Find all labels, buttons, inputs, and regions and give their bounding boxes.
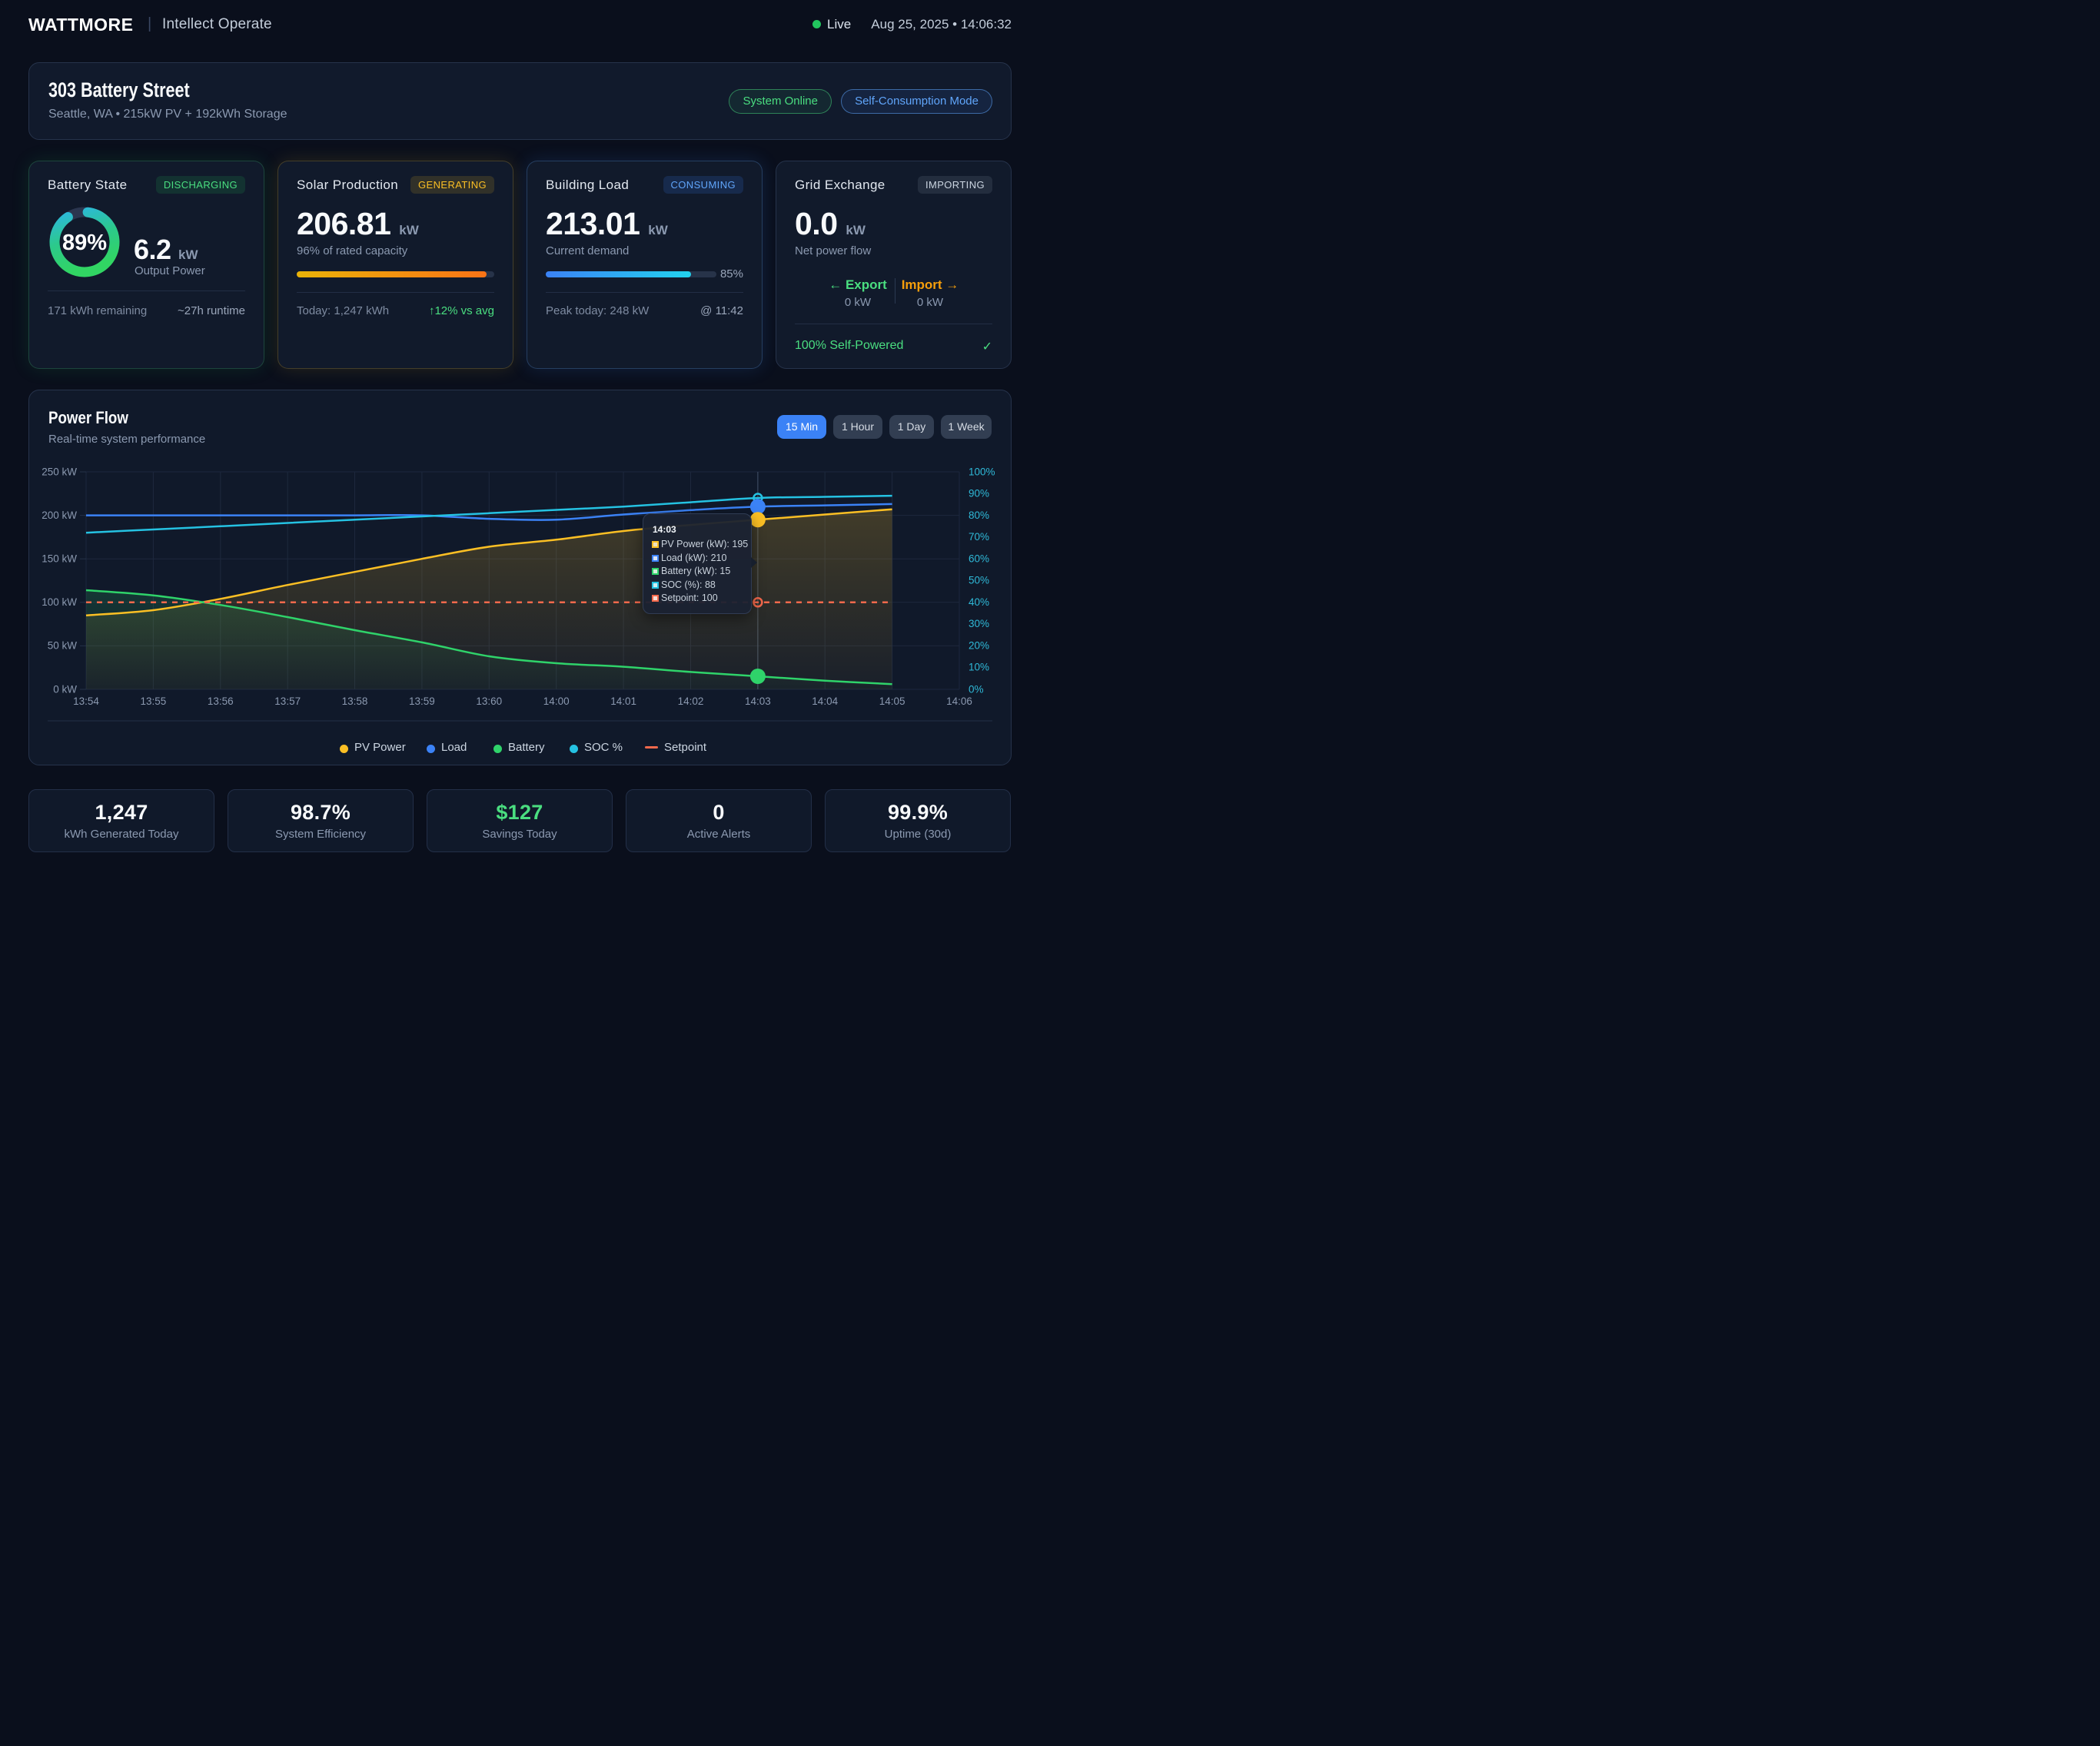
- svg-text:14:02: 14:02: [678, 695, 704, 707]
- svg-text:200 kW: 200 kW: [42, 510, 77, 521]
- svg-text:90%: 90%: [969, 488, 989, 500]
- svg-text:250 kW: 250 kW: [42, 466, 77, 478]
- svg-text:60%: 60%: [969, 553, 989, 565]
- svg-text:100 kW: 100 kW: [42, 596, 77, 608]
- svg-text:100%: 100%: [969, 466, 995, 478]
- svg-text:50%: 50%: [969, 575, 989, 586]
- svg-text:14:06: 14:06: [946, 695, 972, 707]
- svg-text:13:59: 13:59: [409, 695, 435, 707]
- svg-text:13:58: 13:58: [342, 695, 368, 707]
- svg-text:10%: 10%: [969, 662, 989, 673]
- svg-text:14:04: 14:04: [812, 695, 838, 707]
- svg-text:14:03: 14:03: [745, 695, 771, 707]
- svg-text:50 kW: 50 kW: [48, 640, 78, 652]
- svg-text:14:01: 14:01: [610, 695, 636, 707]
- svg-text:13:57: 13:57: [274, 695, 301, 707]
- svg-text:14:00: 14:00: [543, 695, 570, 707]
- svg-text:0 kW: 0 kW: [53, 684, 77, 695]
- svg-text:13:60: 13:60: [476, 695, 502, 707]
- svg-text:20%: 20%: [969, 640, 989, 652]
- svg-text:13:55: 13:55: [141, 695, 167, 707]
- svg-text:13:56: 13:56: [208, 695, 234, 707]
- svg-text:70%: 70%: [969, 531, 989, 543]
- svg-text:13:54: 13:54: [73, 695, 99, 707]
- svg-text:0%: 0%: [969, 684, 984, 695]
- svg-text:150 kW: 150 kW: [42, 553, 77, 565]
- svg-text:30%: 30%: [969, 618, 989, 629]
- svg-text:40%: 40%: [969, 596, 989, 608]
- svg-text:89%: 89%: [62, 231, 107, 255]
- svg-text:80%: 80%: [969, 510, 989, 521]
- svg-text:14:05: 14:05: [879, 695, 905, 707]
